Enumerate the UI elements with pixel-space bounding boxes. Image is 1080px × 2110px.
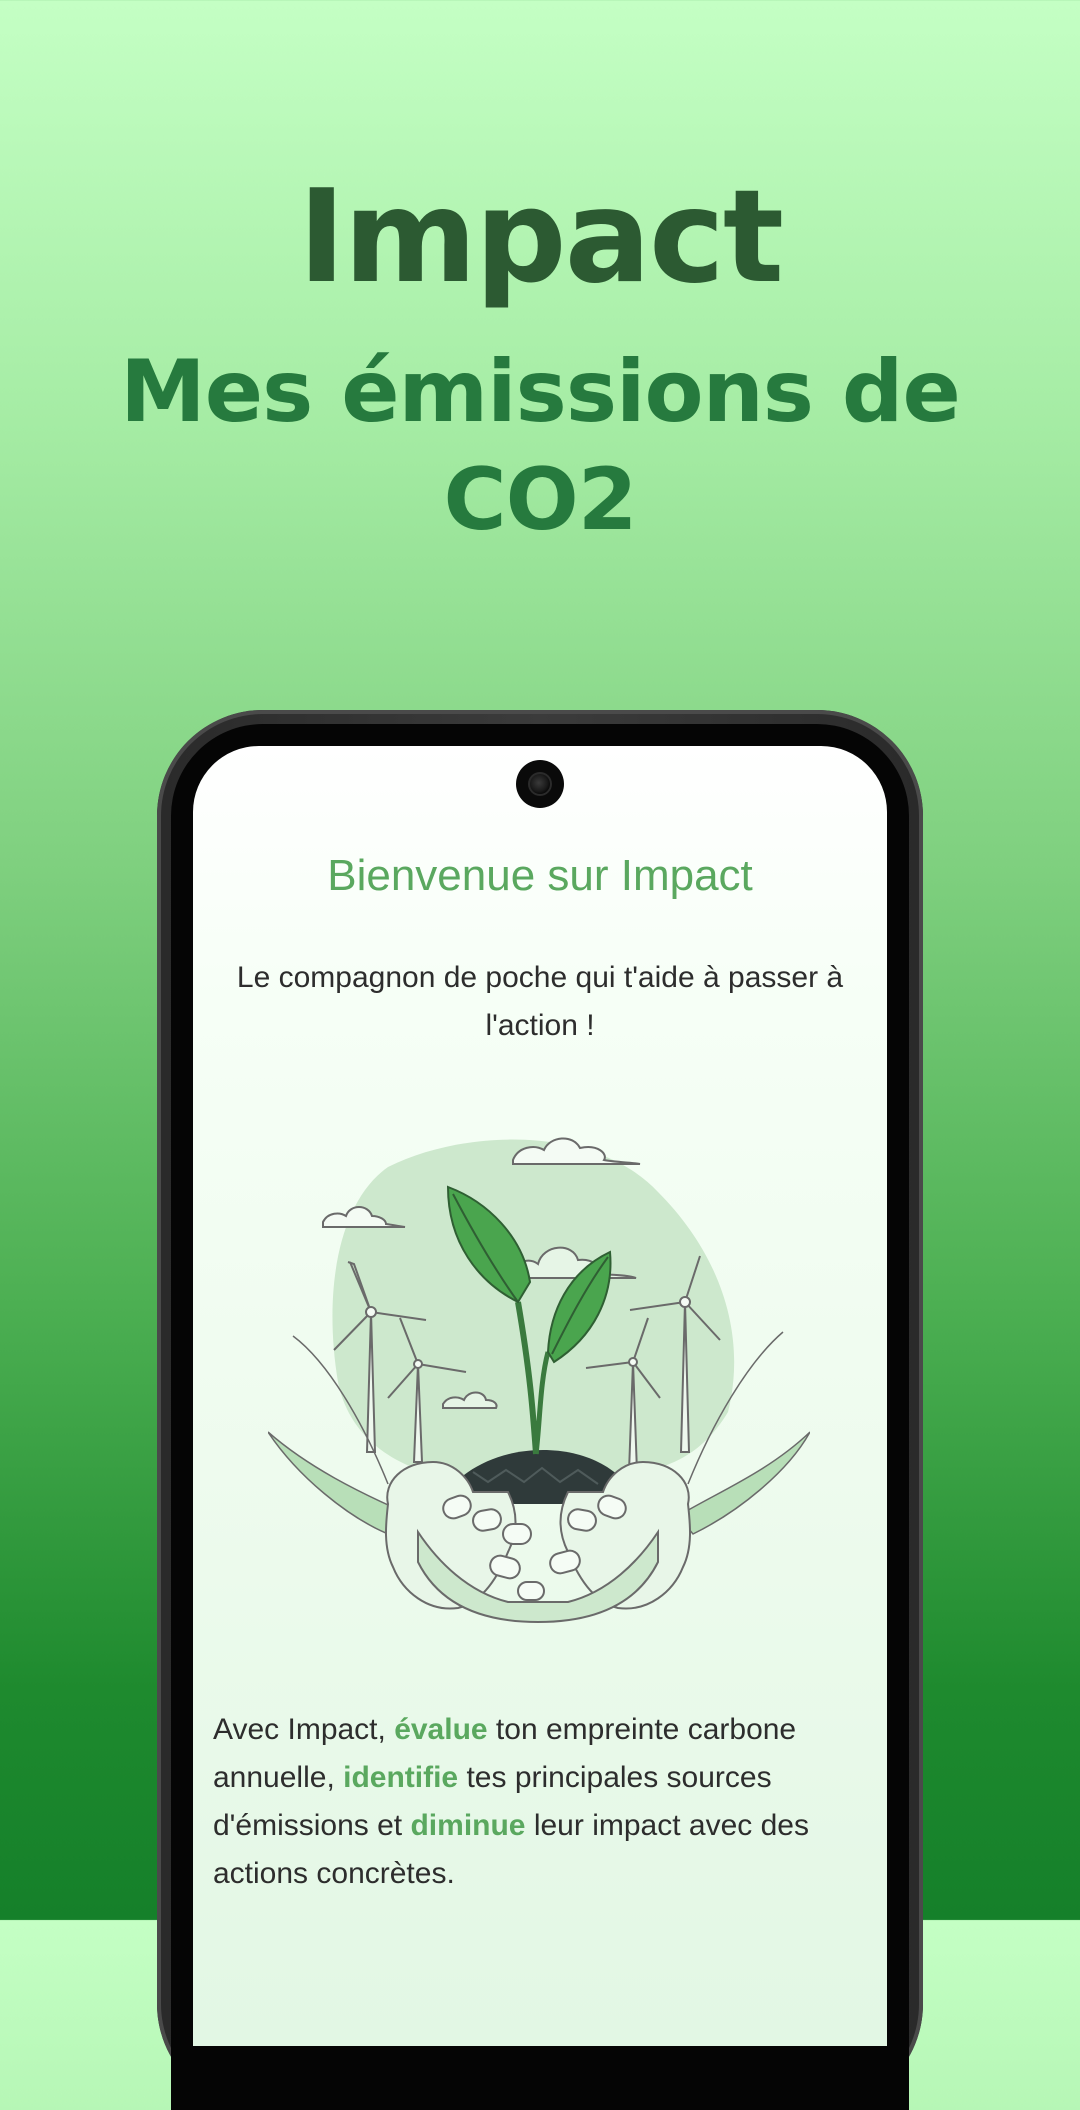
highlight-evalue: évalue (394, 1713, 488, 1746)
tagline: Le compagnon de poche qui t'aide à passe… (236, 961, 844, 1042)
hands-sprout-illustration-icon (268, 1137, 810, 1624)
highlight-diminue: diminue (410, 1809, 526, 1842)
highlight-identifie: identifie (343, 1761, 459, 1794)
welcome-heading: Bienvenue sur Impact (327, 851, 753, 900)
phone-screen: Bienvenue sur Impact Le compagnon de poc… (193, 746, 887, 2046)
description-paragraph: Avec Impact, évalue ton empreinte carbon… (213, 1706, 873, 1898)
camera-lens (528, 772, 552, 796)
description-text-1: Avec Impact, (213, 1713, 395, 1746)
app-title: Impact (297, 163, 784, 312)
front-camera-icon (516, 760, 564, 808)
app-subtitle: Mes émissions de CO2 (120, 342, 961, 550)
